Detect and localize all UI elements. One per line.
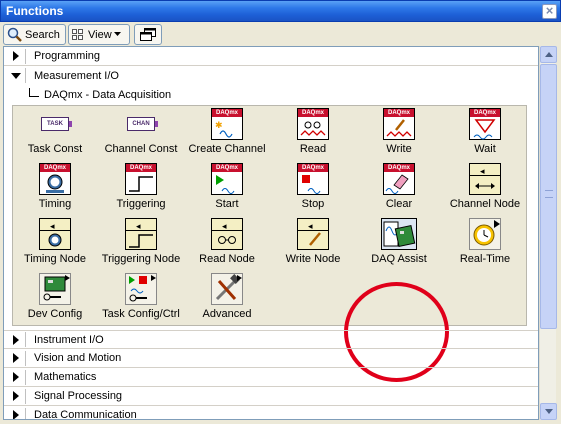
restore-window-button[interactable] [134, 24, 162, 45]
category-label: Vision and Motion [34, 352, 122, 364]
palette-item-channel-const[interactable]: CHAN Channel Const [99, 106, 183, 161]
view-button-label: View [88, 28, 112, 41]
stop-icon: DAQmx [297, 163, 329, 195]
expand-arrow-icon[interactable] [9, 351, 25, 365]
vertical-scrollbar[interactable] [539, 46, 557, 420]
category-measurement-io[interactable]: Measurement I/O [4, 66, 538, 85]
expand-arrow-icon[interactable] [9, 49, 25, 63]
svg-text:◂: ◂ [308, 222, 313, 232]
category-label: Data Communication [34, 409, 137, 420]
svg-text:◂: ◂ [50, 222, 55, 232]
scroll-up-button[interactable] [540, 46, 557, 63]
triggering-node-icon: ◂ [125, 218, 157, 250]
timing-node-icon: ◂ [39, 218, 71, 250]
subpalette-daqmx[interactable]: DAQmx - Data Acquisition [29, 86, 171, 103]
palette-item-triggering[interactable]: DAQmx Triggering [99, 161, 183, 216]
search-button[interactable]: Search [3, 24, 66, 45]
real-time-icon [469, 218, 501, 250]
category-mathematics[interactable]: Mathematics [4, 368, 538, 387]
category-instrument-io[interactable]: Instrument I/O [4, 330, 538, 349]
tree-elbow-icon [29, 87, 39, 97]
read-icon: DAQmx [297, 108, 329, 140]
palette-item-timing[interactable]: DAQmx Timing [13, 161, 97, 216]
window-titlebar: Functions × [0, 0, 561, 22]
category-programming[interactable]: Programming [4, 47, 538, 66]
palette-item-stop[interactable]: DAQmx Stop [271, 161, 355, 216]
svg-text:◂: ◂ [136, 222, 141, 232]
dev-config-icon [39, 273, 71, 305]
palette-item-triggering-node[interactable]: ◂ Triggering Node [99, 216, 183, 271]
scroll-thumb[interactable] [540, 64, 557, 329]
view-menu-button[interactable]: View [68, 24, 130, 45]
palette-item-task-const[interactable]: TASK Task Const [13, 106, 97, 161]
search-button-label: Search [25, 28, 60, 41]
category-data-communication[interactable]: Data Communication [4, 406, 538, 420]
expand-arrow-icon[interactable] [9, 389, 25, 403]
close-icon: × [545, 3, 554, 18]
palette-item-task-config-ctrl[interactable]: Task Config/Ctrl [99, 271, 183, 326]
daqmx-palette: TASK Task Const CHAN Channel Const DAQmx… [12, 105, 527, 382]
collapse-arrow-icon[interactable] [9, 69, 25, 83]
scroll-down-button[interactable] [540, 403, 557, 420]
read-node-icon: ◂ [211, 218, 243, 250]
window-title: Functions [6, 4, 64, 18]
task-const-icon: TASK [39, 108, 72, 140]
palette-item-clear[interactable]: DAQmx Clear [357, 161, 441, 216]
svg-text:◂: ◂ [480, 167, 485, 177]
category-label: Measurement I/O [34, 69, 119, 82]
subpalette-label: DAQmx - Data Acquisition [44, 88, 172, 101]
palette-item-write[interactable]: DAQmx Write [357, 106, 441, 161]
palette-item-start[interactable]: DAQmx Start [185, 161, 269, 216]
channel-node-icon: ◂ [469, 163, 501, 195]
expand-arrow-icon[interactable] [9, 408, 25, 419]
palette-item-daq-assist[interactable]: DAQ Assist [357, 216, 441, 271]
triggering-icon: DAQmx [125, 163, 157, 195]
window-restore-icon [140, 27, 156, 41]
advanced-icon [211, 273, 243, 305]
view-icon [72, 28, 83, 40]
category-signal-processing[interactable]: Signal Processing [4, 387, 538, 406]
category-label: Instrument I/O [34, 333, 104, 346]
palette-item-wait[interactable]: DAQmx Wait [443, 106, 527, 161]
palette-item-channel-node[interactable]: ◂ Channel Node [443, 161, 527, 216]
timing-icon: DAQmx [39, 163, 71, 195]
clear-icon: DAQmx [383, 163, 415, 195]
palette-item-create-channel[interactable]: DAQmx ✱ Create Channel [185, 106, 269, 161]
write-node-icon: ◂ [297, 218, 329, 250]
task-config-icon [125, 273, 157, 305]
palette-item-write-node[interactable]: ◂ Write Node [271, 216, 355, 271]
category-label: Mathematics [34, 371, 97, 383]
functions-palette-tree: Programming Measurement I/O DAQmx - Data… [3, 46, 539, 420]
palette-item-dev-config[interactable]: Dev Config [13, 271, 97, 326]
svg-text:✱: ✱ [215, 121, 223, 131]
palette-item-real-time[interactable]: Real-Time [443, 216, 527, 271]
category-label: Signal Processing [34, 390, 123, 402]
expand-arrow-icon[interactable] [9, 333, 25, 347]
channel-const-icon: CHAN [125, 108, 158, 140]
start-icon: DAQmx [211, 163, 243, 195]
search-icon [7, 27, 22, 42]
create-channel-icon: DAQmx ✱ [211, 108, 243, 140]
category-vision-and-motion[interactable]: Vision and Motion [4, 349, 538, 368]
category-label: Programming [34, 50, 101, 62]
palette-item-read[interactable]: DAQmx Read [271, 106, 355, 161]
svg-text:◂: ◂ [222, 222, 227, 232]
close-button[interactable]: × [542, 4, 557, 19]
palette-item-read-node[interactable]: ◂ Read Node [185, 216, 269, 271]
write-icon: DAQmx [383, 108, 415, 140]
expand-arrow-icon[interactable] [9, 370, 25, 384]
chevron-down-icon [113, 32, 121, 36]
palette-item-timing-node[interactable]: ◂ Timing Node [13, 216, 97, 271]
wait-icon: DAQmx [469, 108, 501, 140]
toolbar: Search View [0, 22, 561, 46]
palette-item-advanced[interactable]: Advanced [185, 271, 269, 326]
daq-assist-icon [381, 218, 417, 250]
